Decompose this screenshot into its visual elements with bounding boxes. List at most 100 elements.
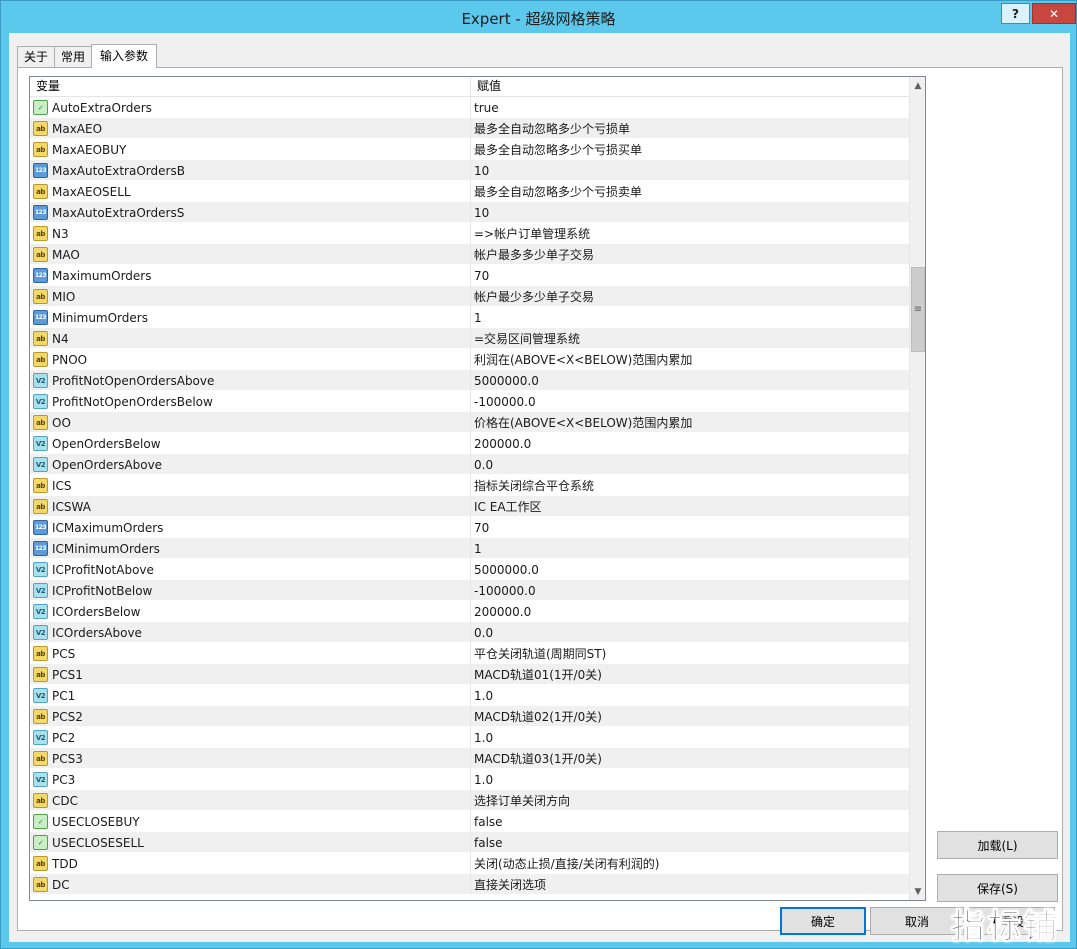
parameter-row[interactable]: 123 ICMinimumOrders 1 (30, 538, 909, 559)
parameter-row[interactable]: ab PCS 平仓关闭轨道(周期同ST) (30, 643, 909, 664)
variable-cell[interactable]: ab MaxAEOBUY (30, 139, 471, 160)
parameter-row[interactable]: ab PCS2 MACD轨道02(1开/0关) (30, 706, 909, 727)
parameter-row[interactable]: 123 MaximumOrders 70 (30, 265, 909, 286)
value-cell[interactable]: 最多全自动忽略多少个亏损单 (471, 118, 909, 139)
value-cell[interactable]: MACD轨道01(1开/0关) (471, 664, 909, 685)
parameter-row[interactable]: V2 ProfitNotOpenOrdersBelow -100000.0 (30, 391, 909, 412)
variable-cell[interactable]: ab PCS2 (30, 706, 471, 727)
value-cell[interactable]: 价格在(ABOVE<X<BELOW)范围内累加 (471, 412, 909, 433)
value-cell[interactable]: 指标关闭综合平仓系统 (471, 475, 909, 496)
variable-cell[interactable]: ab MIO (30, 286, 471, 307)
title-bar[interactable]: Expert - 超级网格策略 ? ✕ (1, 1, 1076, 33)
value-cell[interactable]: 1 (471, 307, 909, 328)
variable-cell[interactable]: ab PCS (30, 643, 471, 664)
variable-cell[interactable]: ✓ USECLOSESELL (30, 832, 471, 853)
variable-cell[interactable]: V2 ICProfitNotAbove (30, 559, 471, 580)
value-cell[interactable]: MACD轨道02(1开/0关) (471, 706, 909, 727)
column-header-value[interactable]: 赋值 (471, 77, 909, 97)
column-header-variable[interactable]: 变量 (30, 77, 471, 97)
variable-cell[interactable]: V2 OpenOrdersBelow (30, 433, 471, 454)
variable-cell[interactable]: ab N4 (30, 328, 471, 349)
variable-cell[interactable]: ab MaxAEO (30, 118, 471, 139)
scroll-up-arrow-icon[interactable]: ▲ (910, 77, 925, 94)
parameter-row[interactable]: ab PCS1 MACD轨道01(1开/0关) (30, 664, 909, 685)
tab-inputs[interactable]: 输入参数 (91, 44, 158, 68)
variable-cell[interactable]: ab ICS (30, 475, 471, 496)
parameter-row[interactable]: ab MAO 帐户最多多少单子交易 (30, 244, 909, 265)
parameter-row[interactable]: ab PNOO 利润在(ABOVE<X<BELOW)范围内累加 (30, 349, 909, 370)
value-cell[interactable]: 10 (471, 202, 909, 223)
variable-cell[interactable]: ✓ AutoExtraOrders (30, 97, 471, 118)
save-button[interactable]: 保存(S) (937, 874, 1058, 902)
value-cell[interactable]: 5000000.0 (471, 370, 909, 391)
parameter-row[interactable]: ab TDD 关闭(动态止损/直接/关闭有利润的) (30, 853, 909, 874)
variable-cell[interactable]: 123 MinimumOrders (30, 307, 471, 328)
value-cell[interactable]: 利润在(ABOVE<X<BELOW)范围内累加 (471, 349, 909, 370)
tab-about[interactable]: 关于 (17, 46, 56, 68)
variable-cell[interactable]: V2 ProfitNotOpenOrdersAbove (30, 370, 471, 391)
parameter-row[interactable]: ab ICS 指标关闭综合平仓系统 (30, 475, 909, 496)
parameter-row[interactable]: ab N3 =>帐户订单管理系统 (30, 223, 909, 244)
parameter-row[interactable]: 123 ICMaximumOrders 70 (30, 517, 909, 538)
variable-cell[interactable]: V2 ProfitNotOpenOrdersBelow (30, 391, 471, 412)
parameter-row[interactable]: V2 ProfitNotOpenOrdersAbove 5000000.0 (30, 370, 909, 391)
parameter-row[interactable]: ab PCS3 MACD轨道03(1开/0关) (30, 748, 909, 769)
parameter-row[interactable]: ab ICSWA IC EA工作区 (30, 496, 909, 517)
parameter-row[interactable]: V2 PC1 1.0 (30, 685, 909, 706)
ok-button[interactable]: 确定 (780, 907, 866, 935)
parameter-row[interactable]: V2 PC3 1.0 (30, 769, 909, 790)
variable-cell[interactable]: ab TDD (30, 853, 471, 874)
variable-cell[interactable]: ab CDC (30, 790, 471, 811)
value-cell[interactable]: 1.0 (471, 727, 909, 748)
variable-cell[interactable]: 123 ICMaximumOrders (30, 517, 471, 538)
help-button[interactable]: ? (1001, 3, 1030, 24)
value-cell[interactable]: false (471, 832, 909, 853)
scroll-thumb[interactable]: ≡ (911, 267, 925, 352)
value-cell[interactable]: 0.0 (471, 454, 909, 475)
value-cell[interactable]: 最多全自动忽略多少个亏损卖单 (471, 181, 909, 202)
scroll-down-arrow-icon[interactable]: ▼ (910, 883, 925, 900)
parameter-row[interactable]: 123 MaxAutoExtraOrdersS 10 (30, 202, 909, 223)
parameter-row[interactable]: 123 MaxAutoExtraOrdersB 10 (30, 160, 909, 181)
variable-cell[interactable]: ab OO (30, 412, 471, 433)
variable-cell[interactable]: ab N3 (30, 223, 471, 244)
value-cell[interactable]: 选择订单关闭方向 (471, 790, 909, 811)
value-cell[interactable]: 70 (471, 265, 909, 286)
value-cell[interactable]: 直接关闭选项 (471, 874, 909, 895)
parameter-row[interactable]: ab MaxAEO 最多全自动忽略多少个亏损单 (30, 118, 909, 139)
value-cell[interactable]: -100000.0 (471, 580, 909, 601)
variable-cell[interactable]: ab MaxAEOSELL (30, 181, 471, 202)
variable-cell[interactable]: V2 PC1 (30, 685, 471, 706)
parameter-row[interactable]: ✓ USECLOSESELL false (30, 832, 909, 853)
parameter-row[interactable]: ✓ USECLOSEBUY false (30, 811, 909, 832)
value-cell[interactable]: =交易区间管理系统 (471, 328, 909, 349)
parameter-row[interactable]: V2 ICOrdersAbove 0.0 (30, 622, 909, 643)
parameter-row[interactable]: ✓ AutoExtraOrders true (30, 97, 909, 118)
variable-cell[interactable]: V2 ICOrdersAbove (30, 622, 471, 643)
variable-cell[interactable]: ab PCS1 (30, 664, 471, 685)
value-cell[interactable]: -100000.0 (471, 391, 909, 412)
variable-cell[interactable]: ab MAO (30, 244, 471, 265)
value-cell[interactable]: 最多全自动忽略多少个亏损买单 (471, 139, 909, 160)
variable-cell[interactable]: 123 MaxAutoExtraOrdersS (30, 202, 471, 223)
cancel-button[interactable]: 取消 (870, 907, 964, 935)
parameter-row[interactable]: ab MaxAEOSELL 最多全自动忽略多少个亏损卖单 (30, 181, 909, 202)
parameter-row[interactable]: V2 ICOrdersBelow 200000.0 (30, 601, 909, 622)
parameter-row[interactable]: V2 OpenOrdersBelow 200000.0 (30, 433, 909, 454)
variable-cell[interactable]: 123 MaximumOrders (30, 265, 471, 286)
parameter-row[interactable]: ab MaxAEOBUY 最多全自动忽略多少个亏损买单 (30, 139, 909, 160)
vertical-scrollbar[interactable]: ▲ ≡ ▼ (909, 77, 925, 900)
variable-cell[interactable]: ab ICSWA (30, 496, 471, 517)
value-cell[interactable]: MACD轨道03(1开/0关) (471, 748, 909, 769)
value-cell[interactable]: 5000000.0 (471, 559, 909, 580)
parameter-row[interactable]: V2 ICProfitNotAbove 5000000.0 (30, 559, 909, 580)
parameter-row[interactable]: V2 ICProfitNotBelow -100000.0 (30, 580, 909, 601)
variable-cell[interactable]: V2 PC3 (30, 769, 471, 790)
value-cell[interactable]: =>帐户订单管理系统 (471, 223, 909, 244)
variable-cell[interactable]: ab PCS3 (30, 748, 471, 769)
variable-cell[interactable]: 123 ICMinimumOrders (30, 538, 471, 559)
value-cell[interactable]: 10 (471, 160, 909, 181)
value-cell[interactable]: 1 (471, 538, 909, 559)
value-cell[interactable]: 帐户最多多少单子交易 (471, 244, 909, 265)
value-cell[interactable]: 帐户最少多少单子交易 (471, 286, 909, 307)
